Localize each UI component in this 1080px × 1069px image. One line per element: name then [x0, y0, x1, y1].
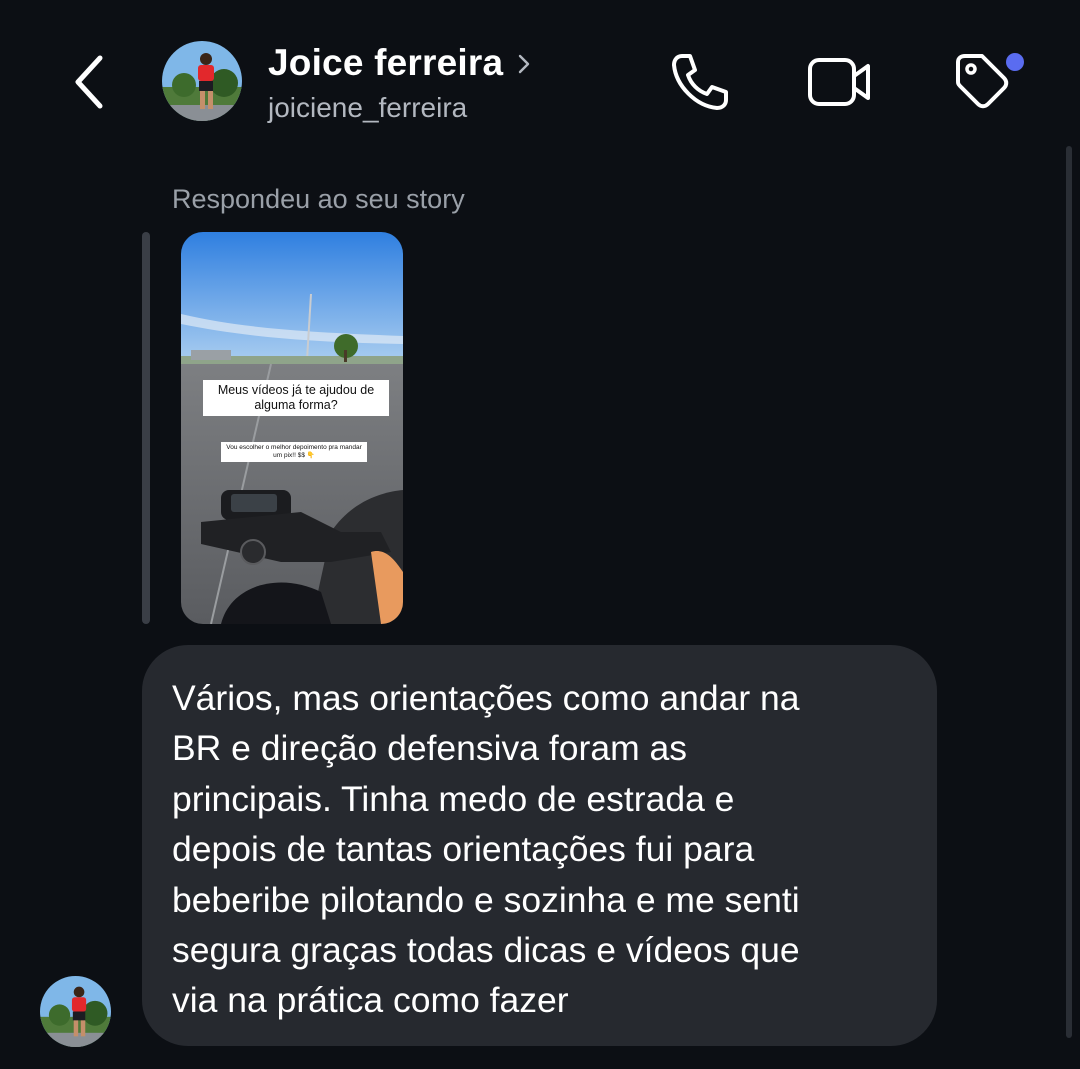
story-reply-label: Respondeu ao seu story	[172, 184, 465, 214]
contact-avatar[interactable]	[162, 41, 242, 121]
message-line: principais. Tinha medo de estrada e	[172, 778, 735, 819]
video-camera-icon	[808, 58, 870, 106]
labels-button[interactable]	[952, 48, 1030, 114]
chevron-left-icon	[75, 55, 103, 109]
chat-header: Joice ferreira joiciene_ferreira	[0, 0, 1080, 150]
reply-indicator-bar	[142, 232, 150, 624]
notification-dot	[1006, 53, 1024, 71]
message-line: depois de tantas orientações fui para	[172, 829, 755, 870]
message-line: via na prática como fazer	[172, 980, 569, 1021]
contact-name: Joice ferreira	[268, 42, 504, 83]
contact-username: joiciene_ferreira	[268, 92, 468, 123]
story-sticker-text: Vou escolher o melhor depoimento pra man…	[221, 442, 367, 462]
message-line: segura graças todas dicas e vídeos que	[172, 930, 800, 971]
video-call-button[interactable]	[806, 52, 876, 112]
story-caption: Meus vídeos já te ajudou de alguma forma…	[203, 380, 389, 416]
scrollbar[interactable]	[1066, 146, 1072, 1038]
message-line: BR e direção defensiva foram as	[172, 728, 688, 769]
contact-name-link[interactable]: Joice ferreira	[268, 40, 531, 86]
sender-avatar[interactable]	[40, 976, 111, 1047]
audio-call-button[interactable]	[668, 50, 732, 114]
phone-icon	[672, 54, 728, 110]
message-line: Vários, mas orientações como andar na	[172, 678, 800, 718]
message-line: beberibe pilotando e sozinha e me senti	[172, 879, 800, 920]
chevron-right-icon	[519, 54, 530, 74]
story-thumbnail[interactable]: Meus vídeos já te ajudou de alguma forma…	[181, 232, 403, 624]
back-button[interactable]	[70, 52, 114, 112]
message-bubble[interactable]: Vários, mas orientações como andar na BR…	[142, 645, 937, 1046]
tag-icon	[956, 53, 1024, 109]
message-text: Vários, mas orientações como andar na BR…	[172, 673, 907, 1026]
